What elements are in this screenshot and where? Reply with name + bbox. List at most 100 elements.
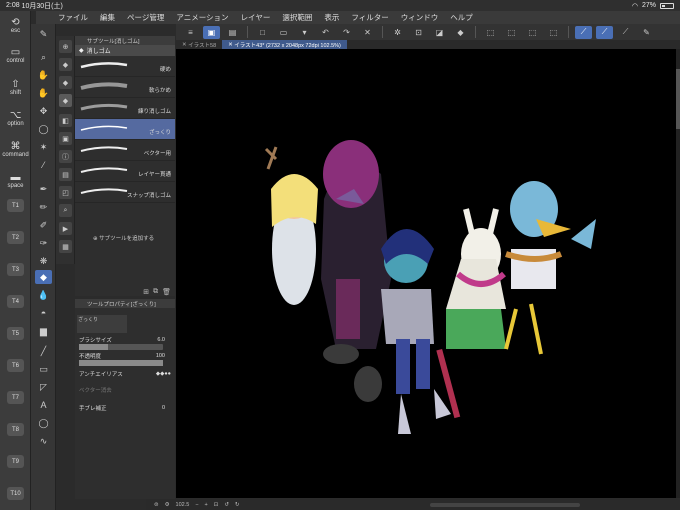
close-icon[interactable]: ✕ xyxy=(182,42,187,48)
t4-key[interactable]: T4 xyxy=(7,295,24,308)
subtool-item[interactable]: 硬め xyxy=(75,56,175,77)
snap-grid-icon[interactable]: ⟋ xyxy=(617,26,634,39)
transform-icon[interactable]: ◪ xyxy=(431,26,448,39)
t2-key[interactable]: T2 xyxy=(7,231,24,244)
menu-file[interactable]: ファイル xyxy=(58,12,88,23)
pen-icon[interactable]: ✒ xyxy=(35,182,52,196)
layer-property-icon[interactable]: ◰ xyxy=(59,186,72,199)
pen-tool-icon[interactable]: ✎ xyxy=(35,27,52,41)
new-subtool-icon[interactable]: ⊞ xyxy=(143,288,149,297)
figure-tool-icon[interactable]: ╱ xyxy=(35,344,52,358)
autoaction-icon[interactable]: ▶ xyxy=(59,222,72,235)
lasso-tool-icon[interactable]: ◯ xyxy=(35,122,52,136)
correct-line-tool-icon[interactable]: ∿ xyxy=(35,434,52,448)
shift-key[interactable]: ⇧ shift xyxy=(0,79,31,97)
t8-key[interactable]: T8 xyxy=(7,423,24,436)
t1-key[interactable]: T1 xyxy=(7,199,24,212)
gallery-icon[interactable]: ▤ xyxy=(224,26,241,39)
frame-tool-icon[interactable]: ▭ xyxy=(35,362,52,376)
fill-tool-icon[interactable]: ◓ xyxy=(35,306,52,320)
t5-key[interactable]: T5 xyxy=(7,327,24,340)
search-icon[interactable]: ⌕ xyxy=(59,204,72,217)
antialias-options[interactable]: ◆◆●● xyxy=(156,371,171,377)
erase-icon[interactable]: ✕ xyxy=(359,26,376,39)
eraser-group-icon[interactable]: ◆ xyxy=(59,58,72,71)
t9-key[interactable]: T9 xyxy=(7,455,24,468)
menu-filter[interactable]: フィルター xyxy=(351,12,388,23)
settings-icon[interactable]: ✲ xyxy=(389,26,406,39)
rotate-left-icon[interactable]: ↺ xyxy=(224,502,229,508)
stabilize-value[interactable]: 0 xyxy=(162,405,165,411)
vertical-scrollbar[interactable] xyxy=(676,49,680,498)
subtool-item[interactable]: レイヤー貫通 xyxy=(75,161,175,182)
text-tool-icon[interactable]: A xyxy=(35,398,52,412)
airbrush-icon[interactable]: ✑ xyxy=(35,236,52,250)
new-file-icon[interactable]: □ xyxy=(254,26,271,39)
opacity-value[interactable]: 100 xyxy=(156,353,165,359)
menu-view[interactable]: 表示 xyxy=(324,12,339,23)
t3-key[interactable]: T3 xyxy=(7,263,24,276)
subtool-item[interactable]: スナップ消しゴム xyxy=(75,182,175,203)
t7-key[interactable]: T7 xyxy=(7,391,24,404)
menu-help[interactable]: ヘルプ xyxy=(450,12,473,23)
add-subtool-button[interactable]: ⊕ サブツールを追加する xyxy=(93,234,154,242)
canvas-icon[interactable]: ▣ xyxy=(203,25,220,39)
menu-page[interactable]: ページ管理 xyxy=(127,12,164,23)
layer-icon[interactable]: ⊕ xyxy=(59,40,72,53)
open-folder-icon[interactable]: ▭ xyxy=(275,26,292,39)
eraser-tool-icon[interactable]: ◆ xyxy=(35,270,52,284)
blend-group-icon[interactable]: ◆ xyxy=(59,76,72,89)
balloon-tool-icon[interactable]: ◯ xyxy=(35,416,52,430)
subtool-item[interactable]: ベクター用 xyxy=(75,140,175,161)
t6-key[interactable]: T6 xyxy=(7,359,24,372)
subtool-item-selected[interactable]: ざっくり xyxy=(75,119,175,140)
tab-illust58[interactable]: ✕ イラスト58 xyxy=(176,40,222,49)
crop-icon[interactable]: ⊡ xyxy=(410,26,427,39)
delete-subtool-icon[interactable]: 🗑 xyxy=(162,288,171,297)
select-grow-icon[interactable]: ⬚ xyxy=(524,26,541,39)
eyedrop-tool-icon[interactable]: ✋ xyxy=(35,86,52,100)
decoration-icon[interactable]: ❋ xyxy=(35,254,52,268)
subtool-item[interactable]: 練り消しゴム xyxy=(75,98,175,119)
gradient-tool-icon[interactable]: ▆ xyxy=(35,324,52,338)
snap-special-ruler-icon[interactable]: ⟋ xyxy=(596,25,613,39)
redo-icon[interactable]: ↷ xyxy=(338,26,355,39)
eraser-active-icon[interactable]: ◆ xyxy=(59,94,72,107)
brush-size-slider[interactable] xyxy=(79,344,163,350)
subtool-item[interactable]: 軟らかめ xyxy=(75,77,175,98)
opacity-slider[interactable] xyxy=(79,360,163,366)
select-shrink-icon[interactable]: ⬚ xyxy=(545,26,562,39)
menu-animation[interactable]: アニメーション xyxy=(176,12,228,23)
zoom-in-icon[interactable]: + xyxy=(205,502,208,508)
drawing-canvas[interactable] xyxy=(176,49,676,498)
fit-icon[interactable]: ⊡ xyxy=(214,502,219,508)
select-invert-icon[interactable]: ⬚ xyxy=(503,26,520,39)
hand-tool-icon[interactable]: ✋ xyxy=(35,68,52,82)
t10-key[interactable]: T10 xyxy=(7,487,24,500)
command-key[interactable]: ⌘ command xyxy=(0,141,31,159)
menu-selection[interactable]: 選択範囲 xyxy=(282,12,312,23)
fill-icon[interactable]: ◆ xyxy=(452,26,469,39)
snap-ruler-icon[interactable]: ⟋ xyxy=(575,25,592,39)
copy-subtool-icon[interactable]: ⧉ xyxy=(153,288,158,297)
menu-window[interactable]: ウィンドウ xyxy=(401,12,439,23)
move-tool-icon[interactable]: ✥ xyxy=(35,104,52,118)
material-icon[interactable]: ◧ xyxy=(59,114,72,127)
info-icon[interactable]: ⓘ xyxy=(59,150,72,163)
select-clear-icon[interactable]: ⬚ xyxy=(482,26,499,39)
zoom-out-icon[interactable]: − xyxy=(195,502,198,508)
settings-bottom-icon[interactable]: ⚙ xyxy=(165,502,170,508)
menu-toggle-icon[interactable]: ≡ xyxy=(182,26,199,39)
dropper-tool-icon[interactable]: ⁄ xyxy=(35,158,52,172)
tab-illust43[interactable]: ✕ イラスト43* (2732 x 2048px 72dpi 102.5%) xyxy=(222,40,347,49)
save-icon[interactable]: ▾ xyxy=(296,26,313,39)
edit-icon[interactable]: ✎ xyxy=(638,26,655,39)
esc-key[interactable]: ⟲ esc xyxy=(0,17,31,35)
brush-size-value[interactable]: 6.0 xyxy=(157,337,165,343)
zoom-tool-icon[interactable]: ⌕ xyxy=(35,50,52,64)
blend-tool-icon[interactable]: 💧 xyxy=(35,288,52,302)
subtool-group-header[interactable]: ◆ 消しゴム xyxy=(75,45,175,56)
zoom-value[interactable]: 102.5 xyxy=(176,502,190,508)
rotate-right-icon[interactable]: ↻ xyxy=(235,502,240,508)
control-key[interactable]: ▭ control xyxy=(0,47,31,65)
